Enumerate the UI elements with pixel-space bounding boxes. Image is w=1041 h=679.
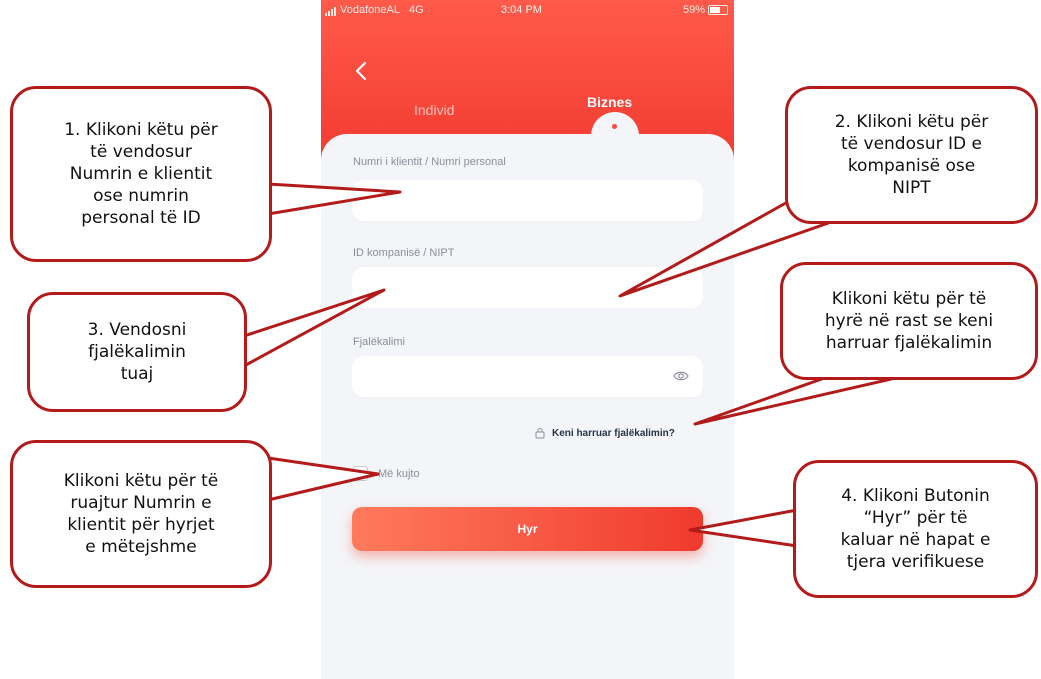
lock-icon (535, 428, 545, 439)
password-label: Fjalëkalimi (353, 336, 405, 348)
callout-company-id: 2. Klikoni këtu për të vendosur ID e kom… (785, 86, 1038, 224)
signal-icon (325, 4, 337, 16)
forgot-password-link[interactable]: Keni harruar fjalëkalimin? (534, 427, 675, 439)
battery-icon (708, 5, 728, 15)
callout-login-button: 4. Klikoni Butonin “Hyr” për të kaluar n… (793, 460, 1038, 598)
callout-remember-me: Klikoni këtu për të ruajtur Numrin e kli… (10, 440, 272, 588)
carrier-name: VodafoneAL (340, 4, 400, 16)
network-type: 4G (408, 4, 424, 16)
status-bar-right: 59% (683, 4, 728, 16)
callout-client-number: 1. Klikoni këtu për të vendosur Numrin e… (10, 86, 272, 262)
company-id-label: ID kompanisë / NIPT (353, 247, 455, 259)
client-number-label: Numri i klientit / Numri personal (353, 156, 506, 168)
forgot-password-text[interactable]: Keni harruar fjalëkalimin? (552, 428, 675, 439)
remember-me-label: Më kujto (378, 467, 420, 480)
phone-screen: VodafoneAL 4G 3:04 PM 59% Individ Biznes… (321, 0, 734, 679)
status-bar-left: VodafoneAL 4G (325, 4, 424, 16)
callout-forgot-password: Klikoni këtu për të hyrë në rast se keni… (780, 262, 1038, 380)
chevron-left-icon[interactable] (349, 58, 375, 84)
company-id-input[interactable] (352, 267, 703, 308)
status-time: 3:04 PM (501, 4, 542, 16)
login-button[interactable]: Hyr (352, 507, 703, 551)
eye-icon[interactable] (673, 369, 689, 383)
client-number-input[interactable] (352, 180, 703, 221)
battery-percent: 59% (682, 4, 705, 16)
tab-biznes[interactable]: Biznes (587, 94, 632, 110)
remember-me-checkbox[interactable] (353, 466, 368, 481)
tab-individ[interactable]: Individ (414, 102, 454, 118)
callout-password: 3. Vendosni fjalëkalimin tuaj (27, 292, 247, 412)
remember-me[interactable]: Më kujto (353, 466, 420, 481)
password-input[interactable] (352, 356, 703, 397)
active-tab-indicator (612, 124, 617, 129)
